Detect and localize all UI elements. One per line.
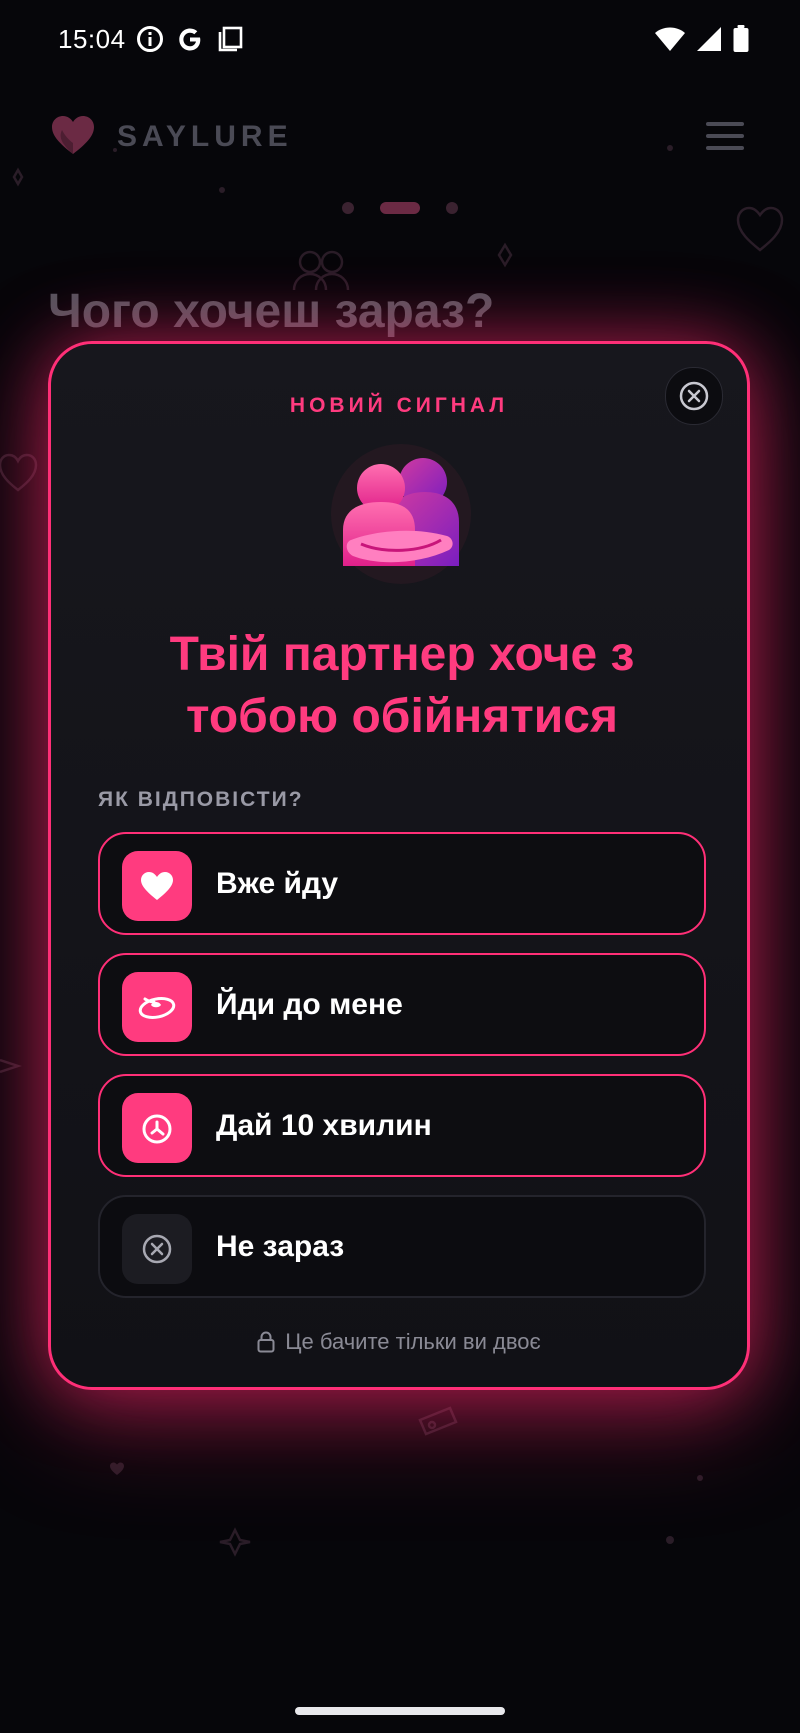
option-come-to-me-button[interactable]: Йди до мене bbox=[98, 953, 706, 1056]
privacy-note-text: Це бачите тільки ви двоє bbox=[285, 1329, 541, 1354]
privacy-note: Це бачите тільки ви двоє bbox=[51, 1329, 747, 1355]
hug-emoji-icon bbox=[331, 444, 471, 584]
lock-icon bbox=[257, 1331, 275, 1353]
option-label: Дай 10 хвилин bbox=[216, 1109, 432, 1142]
option-coming-now-button[interactable]: Вже йду bbox=[98, 832, 706, 935]
modal-eyebrow: НОВИЙ СИГНАЛ bbox=[289, 394, 509, 417]
response-prompt: ЯК ВІДПОВІСТИ? bbox=[98, 788, 304, 811]
home-indicator[interactable] bbox=[295, 1707, 505, 1715]
signal-modal: НОВИЙ СИГНАЛ Твій партнер хоче з тобою о… bbox=[48, 341, 750, 1390]
response-options: Вже йду Йди до мене Дай 10 хвилин Не зар… bbox=[98, 832, 706, 1316]
option-label: Вже йду bbox=[216, 867, 339, 900]
timer-icon bbox=[122, 1093, 192, 1163]
heart-icon bbox=[122, 851, 192, 921]
option-not-now-button[interactable]: Не зараз bbox=[98, 1195, 706, 1298]
option-give-10-minutes-button[interactable]: Дай 10 хвилин bbox=[98, 1074, 706, 1177]
close-circle-icon bbox=[122, 1214, 192, 1284]
modal-title: Твій партнер хоче з тобою обійнятися bbox=[169, 628, 635, 743]
option-label: Не зараз bbox=[216, 1230, 345, 1263]
hug-ring-icon bbox=[122, 972, 192, 1042]
option-label: Йди до мене bbox=[216, 988, 403, 1021]
